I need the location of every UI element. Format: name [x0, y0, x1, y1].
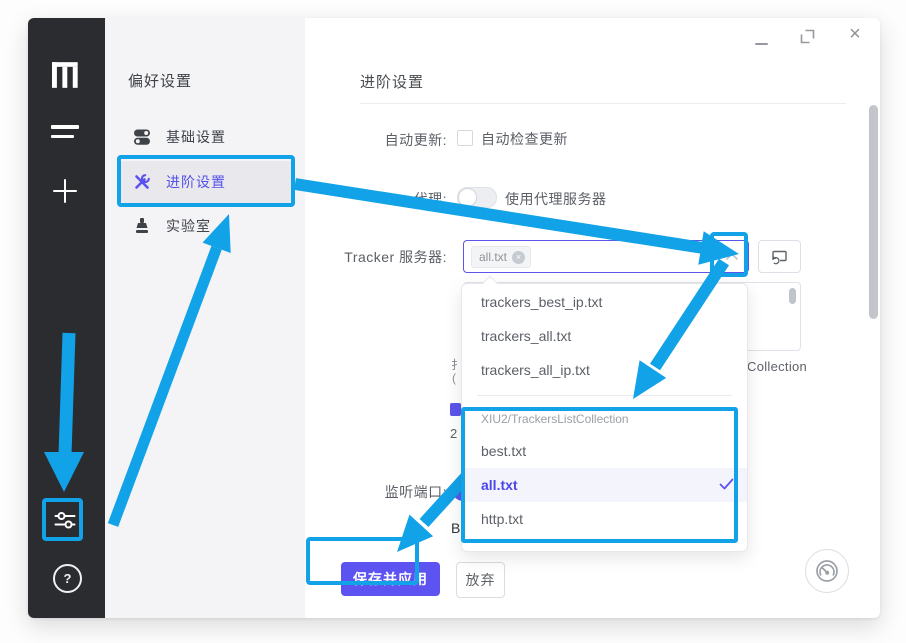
auto-update-checkbox-label[interactable]: 自动检查更新 [481, 129, 568, 149]
device-sync-icon [771, 249, 788, 265]
app-window: ? 偏好设置 基础设置 [28, 18, 880, 618]
tag-close-icon[interactable]: × [512, 251, 525, 264]
maximize-icon[interactable] [800, 29, 815, 44]
task-list-icon[interactable] [51, 125, 79, 139]
speed-gauge-button[interactable] [805, 549, 849, 593]
sidebar-item-basic-settings[interactable]: 基础设置 [133, 124, 226, 150]
auto-update-label: 自动更新: [297, 130, 447, 150]
toggles-icon [133, 128, 151, 146]
proxy-toggle[interactable] [457, 187, 497, 208]
minimize-icon[interactable] [755, 43, 768, 45]
annotation-box-settings-icon [42, 498, 83, 541]
screenshot-stage: ? 偏好设置 基础设置 [0, 0, 906, 643]
toggle-knob [458, 188, 477, 207]
discard-button[interactable]: 放弃 [456, 562, 505, 598]
dropdown-option[interactable]: trackers_all_ip.txt [462, 353, 747, 387]
lab-icon [133, 217, 151, 235]
covered-text-fragment: B [451, 520, 460, 538]
add-task-icon[interactable] [53, 179, 77, 203]
tracker-tag-label: all.txt [479, 250, 507, 264]
tracker-source-link-fragment[interactable]: Collection [747, 359, 807, 374]
title-divider [360, 103, 846, 104]
sidebar-item-label: 基础设置 [166, 127, 226, 147]
listen-port-label: 监听端口: [297, 482, 447, 502]
proxy-toggle-label: 使用代理服务器 [505, 189, 607, 209]
dropdown-divider [477, 395, 732, 396]
tracker-server-label: Tracker 服务器: [297, 247, 447, 267]
dropdown-option[interactable]: trackers_best_ip.txt [462, 285, 747, 319]
covered-checkbox-fragment [450, 403, 461, 416]
tracker-select-input[interactable]: all.txt × [463, 240, 749, 273]
proxy-label: 代理: [297, 189, 447, 209]
preferences-title: 偏好设置 [128, 70, 192, 91]
close-icon[interactable]: × [845, 24, 865, 44]
page-title: 进阶设置 [360, 71, 424, 92]
covered-text-fragment: ( [452, 371, 456, 385]
covered-text-fragment: 2 [450, 426, 457, 441]
textarea-scrollbar-thumb[interactable] [789, 288, 796, 304]
annotation-box-chevron [710, 232, 748, 277]
sync-trackers-button[interactable] [758, 240, 801, 273]
annotation-box-advanced-item [117, 155, 295, 207]
help-glyph: ? [64, 571, 72, 586]
sidebar-item-label: 实验室 [166, 216, 211, 236]
motrix-logo-icon [52, 62, 80, 88]
annotation-box-save-button [306, 537, 419, 585]
auto-update-checkbox[interactable] [457, 130, 473, 146]
help-icon[interactable]: ? [53, 564, 82, 593]
scrollbar-thumb[interactable] [869, 105, 878, 319]
annotation-box-dropdown-group [461, 407, 738, 543]
sidebar-item-lab[interactable]: 实验室 [133, 213, 211, 239]
dropdown-option[interactable]: trackers_all.txt [462, 319, 747, 353]
gauge-icon [814, 558, 840, 584]
discard-button-label: 放弃 [466, 570, 496, 590]
preferences-panel: 偏好设置 基础设置 进阶设置 [105, 18, 305, 618]
close-glyph: × [849, 23, 861, 46]
tracker-tag[interactable]: all.txt × [471, 246, 531, 268]
